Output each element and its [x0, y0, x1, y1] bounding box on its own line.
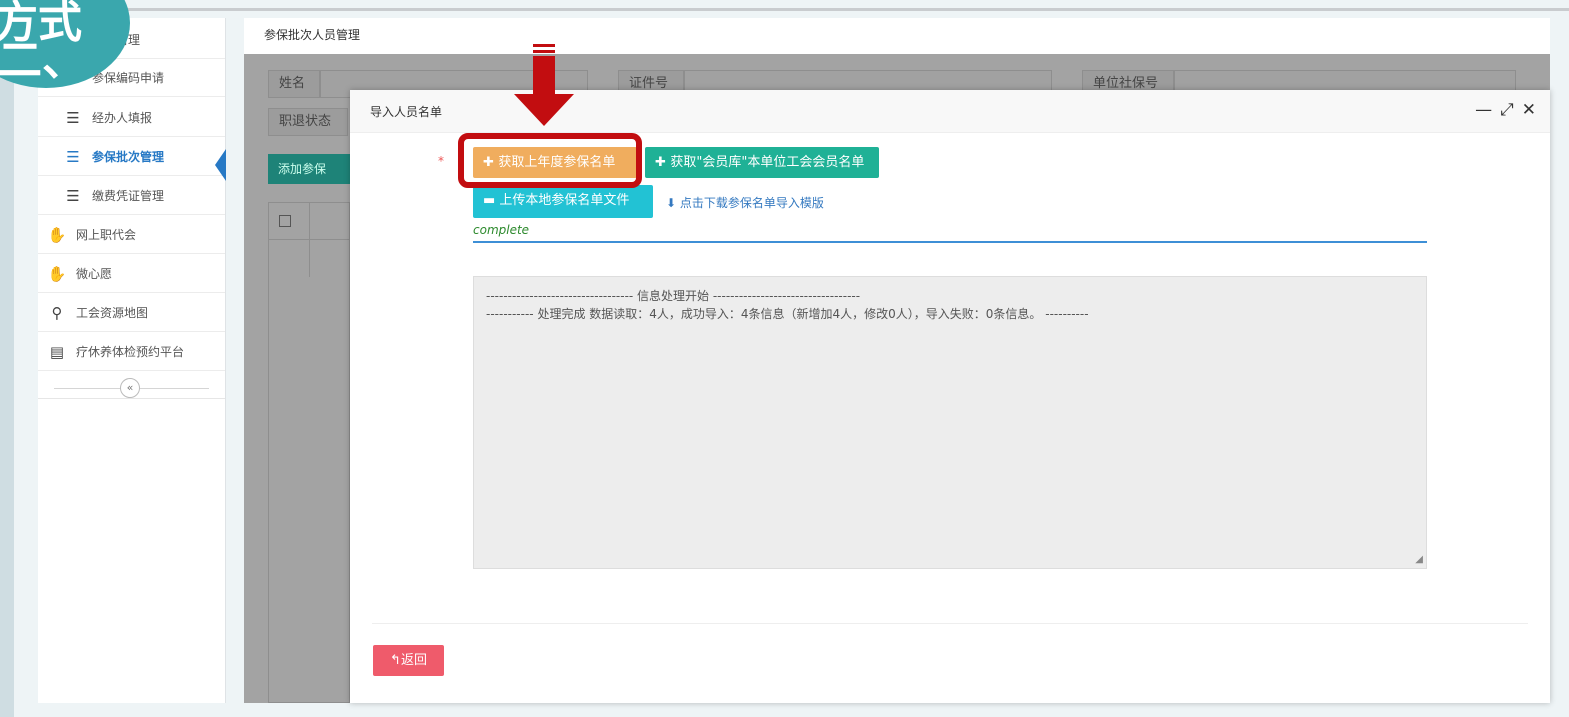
- modal-title: 导入人员名单: [370, 105, 443, 119]
- handshake-icon: ✋: [47, 264, 67, 283]
- log-line: ---------------------------------- 信息处理开…: [486, 289, 861, 303]
- log-line: ----------- 处理完成 数据读取：4人，成功导入：4条信息（新增加4人…: [486, 307, 1089, 321]
- resize-handle-icon[interactable]: ◢: [1415, 554, 1423, 565]
- back-button[interactable]: ↰返回: [373, 645, 444, 676]
- sidebar-item-label: 经办人填报: [92, 111, 153, 125]
- handshake-icon: ✋: [47, 225, 67, 244]
- name-label: 姓名: [268, 70, 320, 98]
- add-insured-button[interactable]: 添加参保: [268, 154, 352, 184]
- top-divider: [14, 8, 1569, 11]
- get-member-list-button[interactable]: ✚ 获取"会员库"本单位工会会员名单: [645, 147, 879, 178]
- sidebar-item-label: 缴费凭证管理: [92, 189, 165, 203]
- list-icon: ☰: [66, 108, 80, 127]
- modal-divider: [372, 623, 1528, 624]
- sidebar-item-payment[interactable]: ☰ 缴费凭证管理: [38, 177, 225, 215]
- background-table: [268, 202, 350, 703]
- maximize-icon[interactable]: ⤢: [1500, 100, 1514, 120]
- left-frame: [0, 0, 14, 717]
- process-log-textarea[interactable]: ---------------------------------- 信息处理开…: [473, 276, 1427, 569]
- back-label: 返回: [400, 653, 427, 668]
- close-icon[interactable]: ✕: [1522, 100, 1536, 120]
- list-icon: ☰: [66, 147, 80, 166]
- download-icon: ⬇: [666, 196, 680, 210]
- sidebar-item-label: 疗休养体检预约平台: [76, 345, 185, 359]
- back-arrow-icon: ↰: [390, 653, 401, 668]
- highlight-box: [458, 133, 642, 188]
- retire-status-label: 职退状态: [268, 108, 348, 136]
- page-title: 参保批次人员管理: [264, 28, 361, 42]
- collapse-sidebar-button[interactable]: «: [120, 378, 140, 398]
- required-mark: *: [438, 154, 444, 168]
- download-template-label: 点击下载参保名单导入模版: [679, 196, 824, 210]
- sidebar-item-label: 参保编码申请: [92, 71, 165, 85]
- sidebar-item-online-congress[interactable]: ✋ 网上职代会: [38, 216, 225, 254]
- upload-local-file-button[interactable]: ▬ 上传本地参保名单文件: [473, 185, 653, 218]
- sidebar-item-label: 工会资源地图: [76, 306, 149, 320]
- sidebar-item-wish[interactable]: ✋ 微心愿: [38, 255, 225, 293]
- document-hand-icon: ▤: [49, 342, 65, 361]
- table-column-divider: [309, 203, 310, 277]
- upload-local-file-label: 上传本地参保名单文件: [499, 193, 630, 208]
- list-icon: ☰: [66, 186, 80, 205]
- folder-icon: ▬: [483, 193, 500, 208]
- sidebar-item-health-booking[interactable]: ▤ 疗休养体检预约平台: [38, 333, 225, 371]
- minimize-icon[interactable]: —: [1475, 100, 1492, 120]
- sidebar-item-label: 参保批次管理: [92, 150, 165, 164]
- sidebar-item-handler[interactable]: ☰ 经办人填报: [38, 99, 225, 137]
- add-insured-label: 添加参保: [278, 162, 327, 176]
- select-all-checkbox[interactable]: [279, 215, 291, 227]
- sidebar-item-batch[interactable]: ☰ 参保批次管理: [38, 138, 226, 181]
- download-template-link[interactable]: ⬇ 点击下载参保名单导入模版: [666, 194, 824, 211]
- sidebar-collapse-row: «: [38, 378, 225, 399]
- upload-status: complete: [473, 223, 1427, 243]
- map-pin-icon: ⚲: [51, 303, 63, 322]
- plus-icon: ✚: [655, 155, 671, 170]
- down-arrow-icon: [514, 44, 574, 126]
- modal-controls: — ⤢ ✕: [1475, 100, 1536, 120]
- sidebar-item-label: 网上职代会: [76, 228, 137, 242]
- badge-line-2: 二、: [0, 35, 86, 86]
- get-member-list-label: 获取"会员库"本单位工会会员名单: [670, 155, 865, 170]
- sidebar-item-label: 微心愿: [76, 267, 113, 281]
- sidebar: ☰ 保障管理 ☰ 参保编码申请 ☰ 经办人填报 ☰ 参保批次管理 ☰ 缴费凭证管…: [38, 18, 226, 703]
- sidebar-item-resource-map[interactable]: ⚲ 工会资源地图: [38, 294, 225, 332]
